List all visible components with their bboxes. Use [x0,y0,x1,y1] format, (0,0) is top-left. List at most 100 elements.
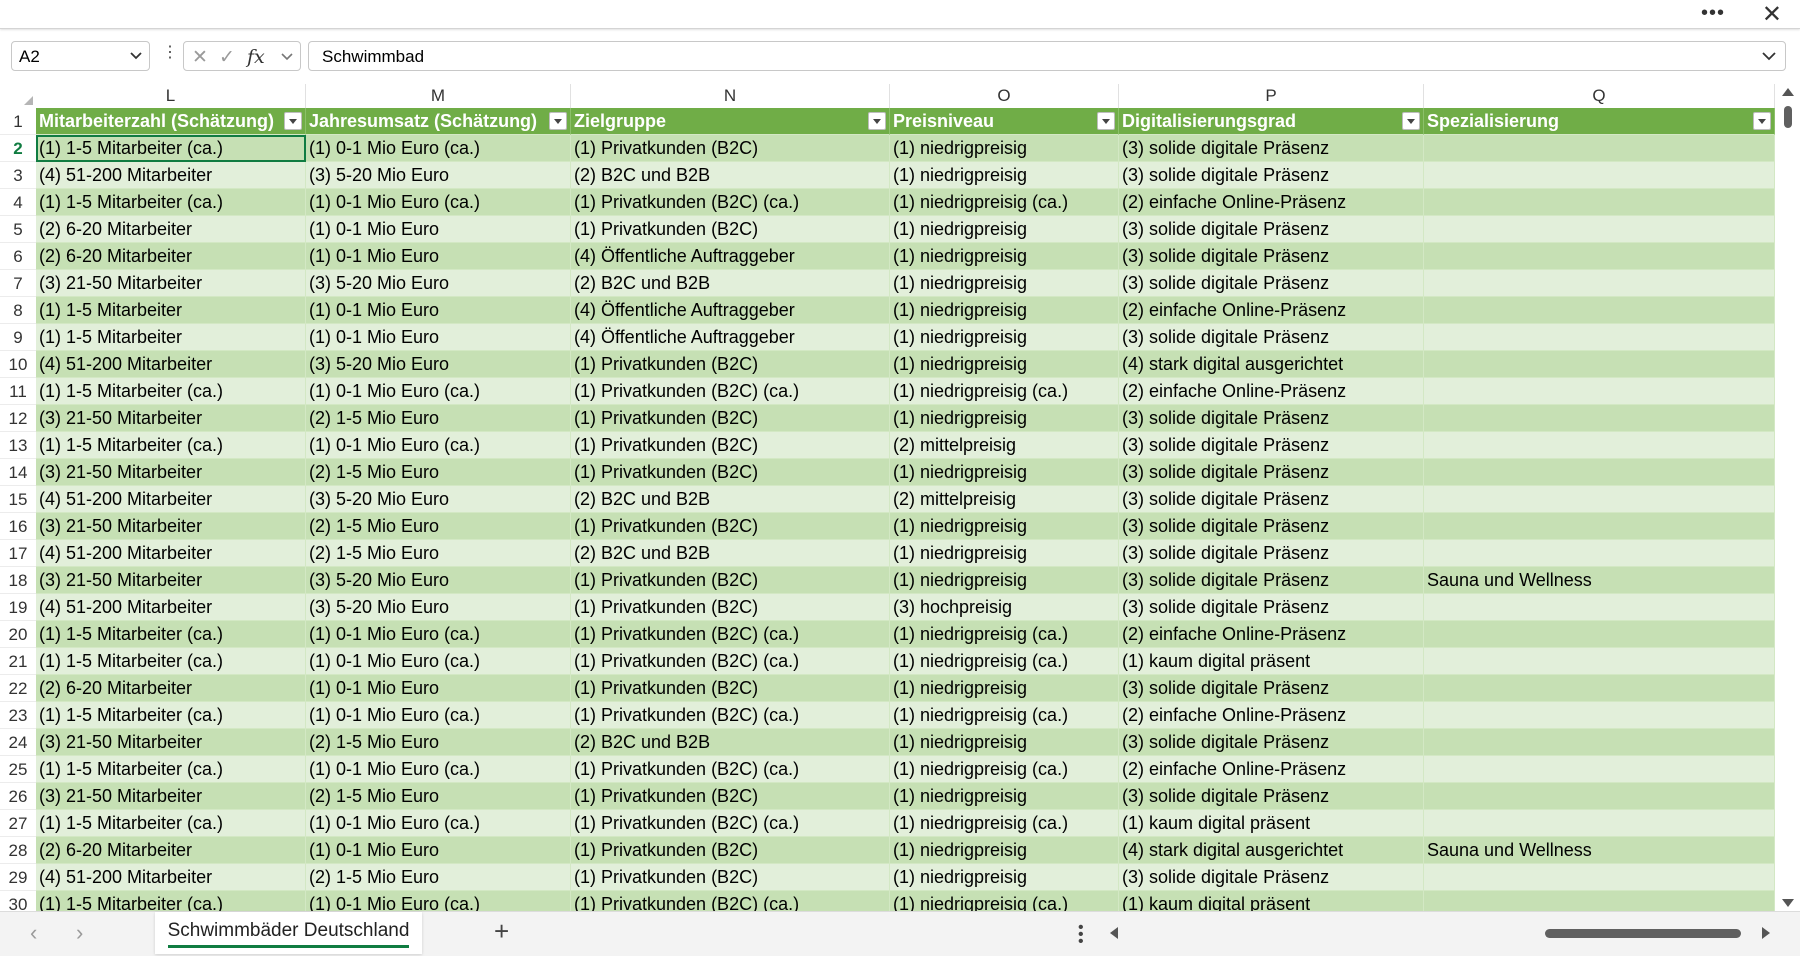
table-cell[interactable]: (1) 1-5 Mitarbeiter (ca.) [36,135,306,162]
table-cell[interactable]: (2) mittelpreisig [890,432,1119,459]
row-number[interactable]: 28 [0,837,36,864]
table-cell[interactable]: (2) einfache Online-Präsenz [1119,756,1424,783]
column-header-N[interactable]: N [571,84,890,108]
table-cell[interactable]: (2) 1-5 Mio Euro [306,540,571,567]
table-cell[interactable]: (4) 51-200 Mitarbeiter [36,351,306,378]
table-cell[interactable] [1424,351,1775,378]
table-cell[interactable]: (2) B2C und B2B [571,162,890,189]
table-cell[interactable]: (1) niedrigpreisig (ca.) [890,756,1119,783]
header-cell[interactable]: Spezialisierung [1424,108,1775,135]
table-cell[interactable]: (1) 1-5 Mitarbeiter [36,297,306,324]
table-cell[interactable]: (3) solide digitale Präsenz [1119,864,1424,891]
table-cell[interactable] [1424,405,1775,432]
row-number[interactable]: 19 [0,594,36,621]
table-cell[interactable]: (1) Privatkunden (B2C) (ca.) [571,378,890,405]
table-cell[interactable]: (1) Privatkunden (B2C) (ca.) [571,189,890,216]
table-cell[interactable]: (3) 21-50 Mitarbeiter [36,513,306,540]
table-cell[interactable]: (4) Öffentliche Auftraggeber [571,324,890,351]
table-cell[interactable]: (1) 1-5 Mitarbeiter (ca.) [36,432,306,459]
row-number[interactable]: 24 [0,729,36,756]
table-cell[interactable]: (3) solide digitale Präsenz [1119,675,1424,702]
table-cell[interactable] [1424,432,1775,459]
table-cell[interactable]: (1) Privatkunden (B2C) [571,675,890,702]
table-cell[interactable]: (3) solide digitale Präsenz [1119,729,1424,756]
table-cell[interactable]: (1) 0-1 Mio Euro (ca.) [306,621,571,648]
row-number[interactable]: 8 [0,297,36,324]
table-cell[interactable]: (4) stark digital ausgerichtet [1119,837,1424,864]
column-header-Q[interactable]: Q [1424,84,1775,108]
table-cell[interactable]: (3) 21-50 Mitarbeiter [36,405,306,432]
table-cell[interactable]: (3) solide digitale Präsenz [1119,459,1424,486]
table-cell[interactable] [1424,513,1775,540]
filter-dropdown-icon[interactable] [549,112,567,130]
function-icon[interactable]: fx [247,46,265,68]
table-cell[interactable] [1424,864,1775,891]
row-number[interactable]: 17 [0,540,36,567]
table-cell[interactable] [1424,270,1775,297]
table-cell[interactable]: (1) 1-5 Mitarbeiter (ca.) [36,189,306,216]
table-cell[interactable]: (1) Privatkunden (B2C) [571,567,890,594]
row-number[interactable]: 25 [0,756,36,783]
table-cell[interactable] [1424,594,1775,621]
table-cell[interactable]: (3) 5-20 Mio Euro [306,270,571,297]
table-cell[interactable]: (3) solide digitale Präsenz [1119,216,1424,243]
table-cell[interactable]: (1) Privatkunden (B2C) (ca.) [571,891,890,911]
table-cell[interactable]: (1) niedrigpreisig [890,864,1119,891]
row-number[interactable]: 4 [0,189,36,216]
vertical-scroll-thumb[interactable] [1784,106,1792,128]
table-cell[interactable]: (1) 0-1 Mio Euro [306,837,571,864]
table-cell[interactable]: (3) solide digitale Präsenz [1119,135,1424,162]
table-cell[interactable]: (1) 1-5 Mitarbeiter (ca.) [36,648,306,675]
table-cell[interactable]: (1) niedrigpreisig [890,297,1119,324]
table-cell[interactable]: (3) 5-20 Mio Euro [306,486,571,513]
table-cell[interactable]: (1) niedrigpreisig [890,324,1119,351]
table-cell[interactable]: (1) Privatkunden (B2C) (ca.) [571,810,890,837]
table-cell[interactable]: (1) niedrigpreisig [890,675,1119,702]
table-cell[interactable] [1424,216,1775,243]
name-box[interactable]: A2 [11,41,150,71]
table-cell[interactable]: (1) niedrigpreisig (ca.) [890,891,1119,911]
row-number[interactable]: 20 [0,621,36,648]
table-cell[interactable]: (1) niedrigpreisig (ca.) [890,648,1119,675]
table-cell[interactable] [1424,810,1775,837]
row-number[interactable]: 27 [0,810,36,837]
table-cell[interactable]: (1) niedrigpreisig [890,270,1119,297]
select-all-corner[interactable] [0,84,36,108]
table-cell[interactable] [1424,675,1775,702]
table-cell[interactable]: (1) niedrigpreisig [890,459,1119,486]
table-cell[interactable]: (3) hochpreisig [890,594,1119,621]
table-cell[interactable]: (1) Privatkunden (B2C) [571,783,890,810]
table-cell[interactable] [1424,486,1775,513]
table-cell[interactable]: (1) Privatkunden (B2C) [571,351,890,378]
table-cell[interactable] [1424,243,1775,270]
row-number[interactable]: 9 [0,324,36,351]
table-cell[interactable]: (4) 51-200 Mitarbeiter [36,594,306,621]
row-number[interactable]: 7 [0,270,36,297]
table-cell[interactable]: (3) solide digitale Präsenz [1119,162,1424,189]
table-cell[interactable]: (2) 1-5 Mio Euro [306,729,571,756]
row-number[interactable]: 2 [0,135,36,162]
table-cell[interactable]: (2) 6-20 Mitarbeiter [36,243,306,270]
table-cell[interactable]: (3) 21-50 Mitarbeiter [36,567,306,594]
table-cell[interactable]: (1) niedrigpreisig [890,729,1119,756]
table-cell[interactable]: (1) Privatkunden (B2C) [571,135,890,162]
row-number[interactable]: 5 [0,216,36,243]
table-cell[interactable]: (2) 6-20 Mitarbeiter [36,216,306,243]
sheet-tab-active[interactable]: Schwimmbäder Deutschland [155,912,422,954]
table-cell[interactable]: (2) mittelpreisig [890,486,1119,513]
table-cell[interactable]: (2) einfache Online-Präsenz [1119,378,1424,405]
table-cell[interactable]: (1) 0-1 Mio Euro [306,324,571,351]
table-cell[interactable] [1424,135,1775,162]
table-cell[interactable] [1424,756,1775,783]
table-cell[interactable]: Sauna und Wellness [1424,567,1775,594]
table-cell[interactable]: (2) 1-5 Mio Euro [306,459,571,486]
table-cell[interactable]: (3) 21-50 Mitarbeiter [36,270,306,297]
table-cell[interactable]: (1) Privatkunden (B2C) [571,216,890,243]
cancel-icon[interactable]: ✕ [192,46,208,69]
table-cell[interactable]: (3) solide digitale Präsenz [1119,486,1424,513]
row-number[interactable]: 10 [0,351,36,378]
header-cell[interactable]: Jahresumsatz (Schätzung) [306,108,571,135]
filter-dropdown-icon[interactable] [868,112,886,130]
table-cell[interactable]: (2) einfache Online-Präsenz [1119,621,1424,648]
table-cell[interactable]: (3) 5-20 Mio Euro [306,567,571,594]
